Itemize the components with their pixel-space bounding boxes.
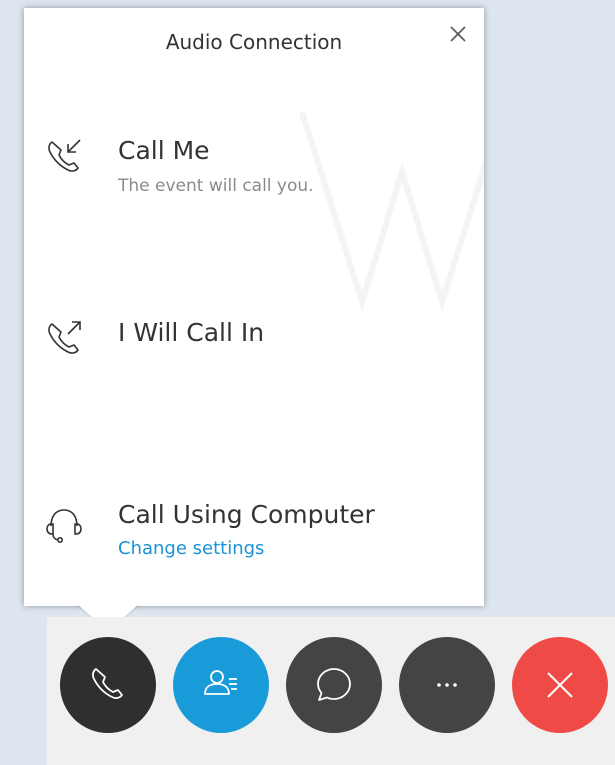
close-button[interactable]	[448, 24, 468, 44]
audio-button[interactable]	[60, 637, 156, 733]
close-icon	[450, 26, 466, 42]
more-icon	[437, 683, 457, 687]
leave-icon	[547, 672, 573, 698]
participants-button[interactable]	[173, 637, 269, 733]
call-using-computer-label: Call Using Computer	[118, 500, 375, 529]
phone-icon	[92, 668, 123, 699]
call-me-label: Call Me	[118, 136, 210, 165]
incoming-call-icon	[48, 139, 81, 172]
chat-button[interactable]	[286, 637, 382, 733]
call-me-description: The event will call you.	[118, 176, 314, 196]
audio-connection-popup: Audio Connection Call Me The event will …	[24, 8, 484, 606]
watermark-logo	[299, 111, 484, 313]
more-options-button[interactable]	[399, 637, 495, 733]
call-in-label: I Will Call In	[118, 318, 265, 347]
leave-button[interactable]	[512, 637, 608, 733]
outgoing-call-icon	[48, 321, 81, 354]
change-settings-link[interactable]: Change settings	[118, 538, 264, 559]
call-in-option[interactable]: I Will Call In	[44, 318, 464, 362]
participants-icon	[204, 670, 237, 695]
call-me-option[interactable]: Call Me The event will call you.	[44, 136, 464, 206]
meeting-toolbar	[47, 617, 615, 765]
chat-icon	[317, 668, 351, 701]
call-using-computer-option[interactable]: Call Using Computer Change settings	[44, 500, 464, 570]
popup-title: Audio Connection	[165, 30, 343, 54]
headset-icon	[46, 509, 82, 543]
